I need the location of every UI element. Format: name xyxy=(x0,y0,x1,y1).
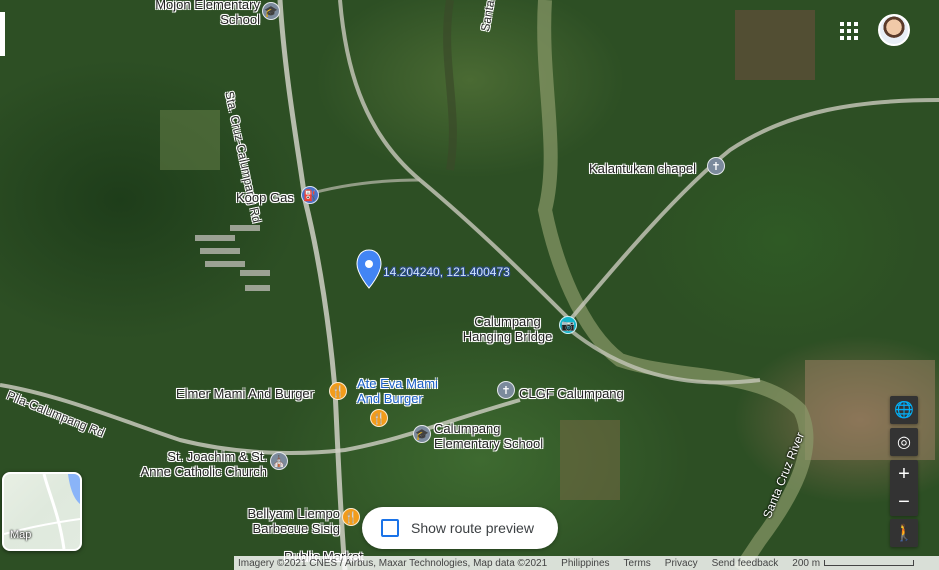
restaurant-icon[interactable]: 🍴 xyxy=(329,382,347,400)
location-pin[interactable] xyxy=(356,249,382,289)
minimap-label: Map xyxy=(10,529,32,541)
stream xyxy=(443,0,457,171)
send-feedback-link[interactable]: Send feedback xyxy=(712,558,779,569)
road-side xyxy=(304,178,421,197)
label-kalantukan-chapel[interactable]: Kalantukan chapel xyxy=(589,161,696,176)
label-st-joachim[interactable]: St. Joachim & St. Anne Catholic Church xyxy=(127,449,267,479)
building-rows xyxy=(195,225,270,291)
map-footer: Imagery ©2021 CNES / Airbus, Maxar Techn… xyxy=(234,556,939,570)
scale-label: 200 m xyxy=(792,557,821,569)
restaurant-icon[interactable]: 🍴 xyxy=(342,508,360,526)
field-patch xyxy=(735,10,815,80)
minimap-toggle[interactable]: Map xyxy=(2,472,82,551)
church-icon[interactable]: ✝ xyxy=(707,157,725,175)
restaurant-icon[interactable]: 🍴 xyxy=(370,409,388,427)
field-patch xyxy=(160,110,220,170)
avatar[interactable] xyxy=(878,14,910,46)
my-location-icon[interactable]: ◎ xyxy=(890,428,918,456)
school-icon[interactable]: 🎓 xyxy=(262,2,280,20)
field-patch xyxy=(560,420,620,500)
route-preview-checkbox[interactable] xyxy=(381,519,399,537)
imagery-attribution: Imagery ©2021 CNES / Airbus, Maxar Techn… xyxy=(238,557,548,569)
terms-link[interactable]: Terms xyxy=(624,558,651,569)
scale-bar[interactable]: 200 m xyxy=(792,557,915,569)
route-preview-button[interactable]: Show route preview xyxy=(362,507,558,549)
pegman-icon[interactable]: 🚶 xyxy=(890,519,918,547)
country-link[interactable]: Philippines xyxy=(561,558,609,569)
label-hanging-bridge[interactable]: Calumpang Hanging Bridge xyxy=(455,314,560,344)
road-sta-cruz xyxy=(277,0,348,570)
zoom-controls: + − xyxy=(890,460,918,516)
label-clgf[interactable]: CLGF Calumpang xyxy=(519,386,624,401)
label-bellyam[interactable]: Bellyam Liempo Barbecue Sisig xyxy=(218,506,341,536)
route-preview-label: Show route preview xyxy=(411,520,534,536)
globe-icon[interactable]: 🌐 xyxy=(890,396,918,424)
gas-station-icon[interactable]: ⛽ xyxy=(301,186,319,204)
scale-line xyxy=(824,560,915,566)
school-icon[interactable]: 🎓 xyxy=(413,425,431,443)
label-elmer-mami[interactable]: Elmer Mami And Burger xyxy=(176,386,314,401)
minus-icon[interactable]: − xyxy=(890,488,918,516)
label-ate-eva[interactable]: Ate Eva Mami And Burger xyxy=(357,376,438,406)
side-panel-handle[interactable] xyxy=(0,12,5,56)
camera-icon[interactable]: 📷 xyxy=(559,316,577,334)
plus-icon[interactable]: + xyxy=(890,460,918,488)
map-roads-layer xyxy=(0,0,939,570)
road-northeast xyxy=(568,98,939,322)
satellite-map[interactable]: Sta. Cruz-Calumpang Rd Pila-Calumpang Rd… xyxy=(0,0,939,570)
apps-grid-icon[interactable] xyxy=(840,22,858,40)
privacy-link[interactable]: Privacy xyxy=(665,558,698,569)
label-mojon-school[interactable]: Mojon Elementary School xyxy=(140,0,260,27)
church-icon[interactable]: ⛪ xyxy=(270,452,288,470)
label-koop-gas[interactable]: Koop Gas xyxy=(236,190,294,205)
church-icon[interactable]: ✝ xyxy=(497,381,515,399)
label-calumpang-school[interactable]: Calumpang Elementary School xyxy=(434,421,543,451)
pin-coordinates[interactable]: 14.204240, 121.400473 xyxy=(383,265,510,279)
